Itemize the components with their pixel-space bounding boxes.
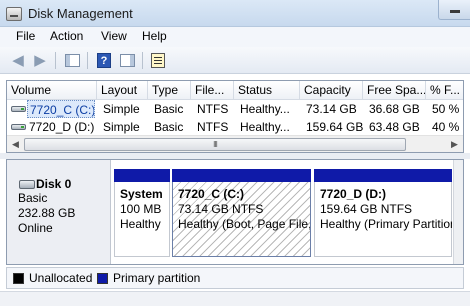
- partition-status: Healthy (Primary Partition): [320, 217, 452, 231]
- vertical-scrollbar[interactable]: [453, 160, 463, 264]
- column-header-status[interactable]: Status: [234, 81, 300, 100]
- partition-size: 73.14 GB NTFS: [178, 202, 264, 216]
- horizontal-scrollbar[interactable]: ◀ III ▶: [7, 135, 463, 152]
- free-space-cell: 36.68 GB: [369, 102, 420, 116]
- layout-cell: Simple: [103, 102, 140, 116]
- legend-label-unallocated: Unallocated: [29, 271, 93, 285]
- title-bar: Disk Management: [0, 0, 470, 27]
- forward-arrow-icon[interactable]: ▶: [31, 52, 49, 69]
- partition-status: Healthy: [120, 217, 161, 231]
- partition-bar: [114, 169, 170, 182]
- partition-bar: [314, 169, 452, 182]
- status-bar: [0, 291, 470, 306]
- layout-cell: Simple: [103, 120, 140, 134]
- disk-graphical-view: Disk 0 Basic 232.88 GB Online System 100…: [6, 159, 464, 265]
- legend-bar: Unallocated Primary partition: [6, 267, 464, 289]
- partition-system[interactable]: System 100 MB Healthy: [114, 169, 170, 257]
- toolbar: ◀ ▶ ?: [0, 47, 470, 74]
- scroll-left-icon[interactable]: ◀: [7, 136, 24, 152]
- volume-icon: [11, 124, 26, 130]
- disk-management-icon: [6, 7, 22, 21]
- window-title: Disk Management: [28, 6, 133, 21]
- filesystem-cell: NTFS: [197, 120, 229, 134]
- partition-body: 7720_D (D:) 159.64 GB NTFS Healthy (Prim…: [314, 182, 452, 257]
- column-header-layout[interactable]: Layout: [97, 81, 148, 100]
- table-row[interactable]: 7720_C (C:) Simple Basic NTFS Healthy...…: [7, 100, 463, 118]
- legend-swatch-unallocated: [13, 273, 24, 284]
- partition-size: 100 MB: [120, 202, 162, 216]
- partition-bar: [172, 169, 311, 182]
- status-cell: Healthy...: [240, 120, 290, 134]
- partition-size: 159.64 GB NTFS: [320, 202, 413, 216]
- volume-name[interactable]: 7720_D (D:): [27, 118, 94, 136]
- scroll-right-icon[interactable]: ▶: [446, 136, 463, 152]
- status-cell: Healthy...: [240, 102, 290, 116]
- toolbar-separator: [142, 52, 143, 69]
- menu-view[interactable]: View: [101, 29, 127, 43]
- column-header-type[interactable]: Type: [148, 81, 191, 100]
- free-space-cell: 63.48 GB: [369, 120, 420, 134]
- disk-label-panel[interactable]: Disk 0 Basic 232.88 GB Online: [7, 160, 111, 264]
- column-header-free-space[interactable]: Free Spa...: [363, 81, 426, 100]
- capacity-cell: 159.64 GB: [306, 120, 364, 134]
- back-arrow-icon[interactable]: ◀: [9, 52, 27, 69]
- percent-free-cell: 50 %: [432, 102, 460, 116]
- properties-icon[interactable]: [149, 52, 167, 69]
- scrollbar-thumb[interactable]: III: [24, 138, 406, 151]
- partition-body: System 100 MB Healthy: [114, 182, 170, 257]
- minimize-button[interactable]: [438, 0, 470, 20]
- partition-d[interactable]: 7720_D (D:) 159.64 GB NTFS Healthy (Prim…: [314, 169, 452, 257]
- action-pane-icon[interactable]: [118, 52, 136, 69]
- disk-icon: [19, 180, 35, 189]
- menu-bar: File Action View Help: [0, 27, 470, 47]
- disk-size: 232.88 GB: [18, 206, 76, 220]
- capacity-cell: 73.14 GB: [306, 102, 357, 116]
- help-icon[interactable]: ?: [95, 52, 113, 69]
- legend-swatch-primary: [97, 273, 108, 284]
- filesystem-cell: NTFS: [197, 102, 229, 116]
- toolbar-separator: [87, 52, 88, 69]
- column-header-filesystem[interactable]: File...: [191, 81, 234, 100]
- volume-name[interactable]: 7720_C (C:): [27, 100, 95, 118]
- list-header: Volume Layout Type File... Status Capaci…: [7, 81, 463, 100]
- percent-free-cell: 40 %: [432, 120, 460, 134]
- partition-title: 7720_C (C:): [178, 187, 245, 201]
- legend-label-primary: Primary partition: [113, 271, 201, 285]
- type-cell: Basic: [154, 120, 184, 134]
- partition-title: 7720_D (D:): [320, 187, 387, 201]
- disk-state: Online: [18, 221, 53, 235]
- partition-title: System: [120, 187, 163, 201]
- table-row[interactable]: 7720_D (D:) Simple Basic NTFS Healthy...…: [7, 118, 463, 136]
- partition-body: 7720_C (C:) 73.14 GB NTFS Healthy (Boot,…: [172, 182, 311, 257]
- console-tree-icon[interactable]: [63, 52, 81, 69]
- disk-type: Basic: [18, 191, 48, 205]
- partition-status: Healthy (Boot, Page File,: [178, 217, 310, 231]
- type-cell: Basic: [154, 102, 184, 116]
- column-header-percent-free[interactable]: % F...: [426, 81, 463, 100]
- disk-name: Disk 0: [36, 177, 72, 191]
- column-header-volume[interactable]: Volume: [7, 81, 97, 100]
- menu-action[interactable]: Action: [50, 29, 83, 43]
- menu-help[interactable]: Help: [142, 29, 167, 43]
- volume-list: Volume Layout Type File... Status Capaci…: [6, 80, 464, 153]
- partition-c[interactable]: 7720_C (C:) 73.14 GB NTFS Healthy (Boot,…: [172, 169, 311, 257]
- toolbar-separator: [55, 52, 56, 69]
- volume-icon: [11, 106, 26, 112]
- column-header-capacity[interactable]: Capacity: [300, 81, 363, 100]
- menu-file[interactable]: File: [16, 29, 35, 43]
